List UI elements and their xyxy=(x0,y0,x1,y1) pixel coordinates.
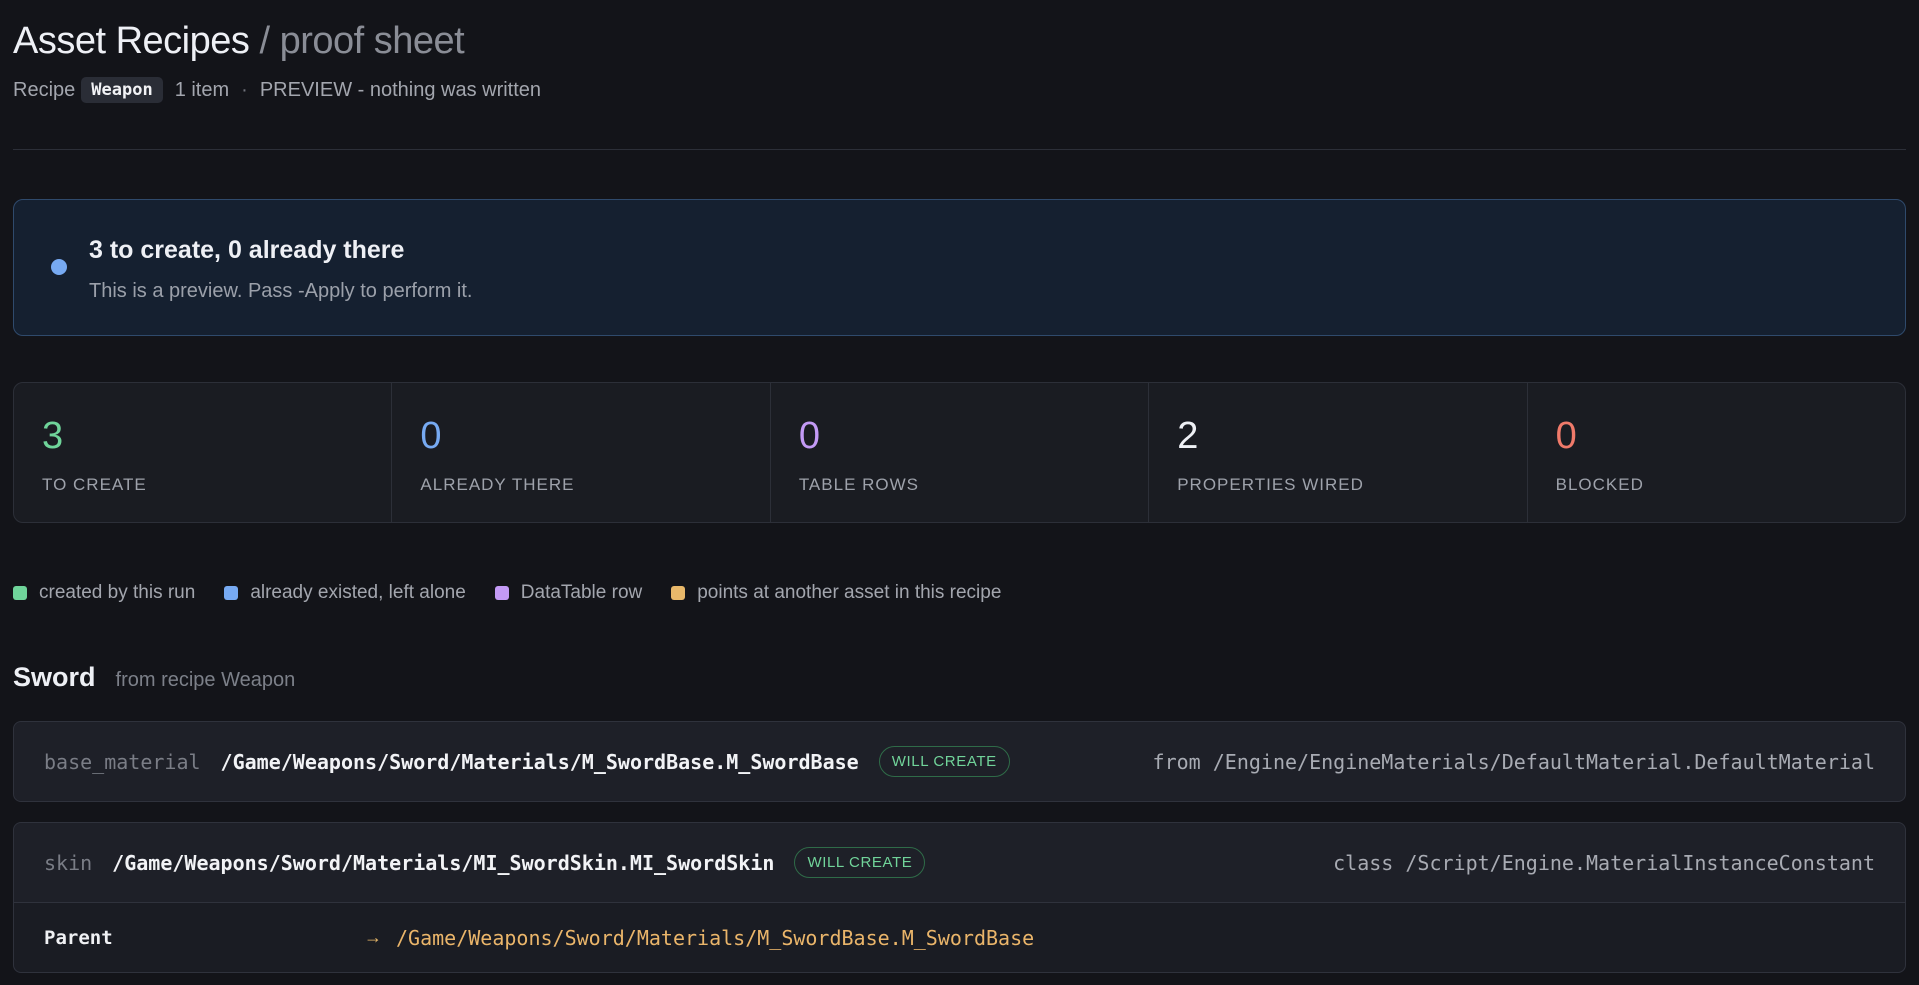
stat-value: 0 xyxy=(420,415,442,457)
header-divider xyxy=(13,149,1906,150)
run-mode: PREVIEW - nothing was written xyxy=(259,78,542,101)
legend: created by this run already existed, lef… xyxy=(13,582,1030,604)
section-source: from recipe Weapon xyxy=(115,669,296,691)
arrow-right-icon: → xyxy=(364,927,382,947)
stat-value: 0 xyxy=(798,415,820,457)
legend-item-datatable-row: DataTable row xyxy=(494,582,643,604)
stat-already-there: 0 ALREADY THERE xyxy=(392,383,771,522)
property-value-link[interactable]: /Game/Weapons/Sword/Materials/M_SwordBas… xyxy=(396,926,1034,950)
item-count: 1 item xyxy=(174,78,230,101)
preview-banner: 3 to create, 0 already there This is a p… xyxy=(13,199,1906,336)
stat-label: ALREADY THERE xyxy=(420,475,575,494)
stat-properties-wired: 2 PROPERTIES WIRED xyxy=(1149,383,1528,522)
section-heading: Sword from recipe Weapon xyxy=(13,662,295,693)
stat-value: 3 xyxy=(42,415,64,457)
stat-label: TABLE ROWS xyxy=(798,475,920,494)
legend-swatch xyxy=(494,586,509,600)
page-title-main: Asset Recipes xyxy=(13,20,250,62)
recipe-chip: Weapon xyxy=(81,77,163,103)
page-meta: Recipe Weapon 1 item · PREVIEW - nothing… xyxy=(13,77,541,103)
page-title: Asset Recipes / proof sheet xyxy=(13,20,541,63)
legend-label: created by this run xyxy=(39,582,196,603)
page-header: Asset Recipes / proof sheet Recipe Weapo… xyxy=(13,20,541,103)
stat-value: 0 xyxy=(1555,415,1577,457)
asset-row: skin /Game/Weapons/Sword/Materials/MI_Sw… xyxy=(14,823,1905,902)
recipe-label: Recipe xyxy=(13,78,76,101)
status-badge: WILL CREATE xyxy=(878,746,1010,777)
banner-message: This is a preview. Pass -Apply to perfor… xyxy=(89,280,473,302)
asset-card-base-material: base_material /Game/Weapons/Sword/Materi… xyxy=(13,721,1906,802)
legend-item-reference: points at another asset in this recipe xyxy=(671,582,1001,604)
property-label: Parent xyxy=(44,926,113,949)
legend-label: DataTable row xyxy=(520,582,643,603)
legend-label: already existed, left alone xyxy=(250,582,466,603)
banner-heading: 3 to create, 0 already there xyxy=(89,236,405,264)
asset-key: base_material xyxy=(44,749,201,774)
asset-detail: class /Script/Engine.MaterialInstanceCon… xyxy=(1333,850,1875,875)
legend-swatch xyxy=(671,586,686,600)
asset-row: base_material /Game/Weapons/Sword/Materi… xyxy=(14,722,1905,801)
asset-path: /Game/Weapons/Sword/Materials/M_SwordBas… xyxy=(220,749,859,774)
stat-label: PROPERTIES WIRED xyxy=(1177,475,1364,494)
legend-swatch xyxy=(224,586,239,600)
legend-swatch xyxy=(13,586,27,600)
legend-item-existed: already existed, left alone xyxy=(224,582,466,604)
info-dot-icon xyxy=(51,259,67,275)
stat-label: TO CREATE xyxy=(42,475,147,494)
stat-table-rows: 0 TABLE ROWS xyxy=(771,383,1150,522)
stat-blocked: 0 BLOCKED xyxy=(1528,383,1905,522)
legend-item-created: created by this run xyxy=(13,582,195,604)
stat-to-create: 3 TO CREATE xyxy=(14,383,393,522)
page-title-sub: / proof sheet xyxy=(259,20,465,62)
asset-path: /Game/Weapons/Sword/Materials/MI_SwordSk… xyxy=(112,850,775,875)
stats-panel: 3 TO CREATE 0 ALREADY THERE 0 TABLE ROWS… xyxy=(13,382,1906,523)
meta-separator: · xyxy=(241,78,248,101)
status-badge: WILL CREATE xyxy=(794,847,926,878)
section-name: Sword xyxy=(13,662,96,692)
stat-value: 2 xyxy=(1177,415,1199,457)
stat-label: BLOCKED xyxy=(1555,475,1644,494)
asset-card-skin: skin /Game/Weapons/Sword/Materials/MI_Sw… xyxy=(13,822,1906,973)
property-row: Parent → /Game/Weapons/Sword/Materials/M… xyxy=(14,902,1905,972)
asset-key: skin xyxy=(44,850,93,875)
legend-label: points at another asset in this recipe xyxy=(697,582,1002,603)
asset-detail: from /Engine/EngineMaterials/DefaultMate… xyxy=(1152,749,1875,774)
